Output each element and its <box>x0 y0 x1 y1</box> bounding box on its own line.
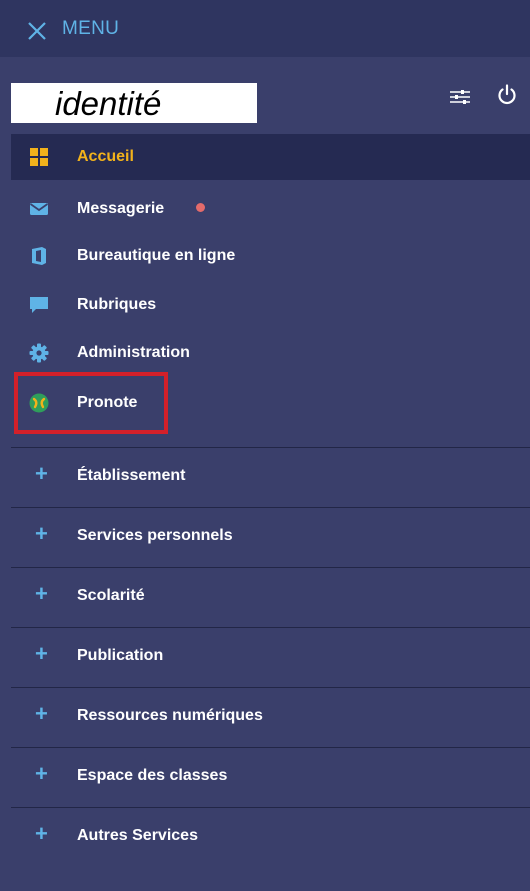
plus-icon: + <box>35 521 48 546</box>
nav-item-administration[interactable]: Administration <box>11 330 530 376</box>
nav-item-rubriques[interactable]: Rubriques <box>11 282 530 328</box>
plus-icon: + <box>35 581 48 606</box>
section-etablissement[interactable]: + Établissement <box>11 447 530 507</box>
section-ressources-numeriques[interactable]: + Ressources numériques <box>11 687 530 747</box>
nav-item-label: Bureautique en ligne <box>77 247 236 264</box>
office-icon <box>29 246 49 266</box>
section-label: Services personnels <box>77 527 233 544</box>
plus-icon: + <box>35 761 48 786</box>
section-autres-services[interactable]: + Autres Services <box>11 807 530 867</box>
section-label: Espace des classes <box>77 767 228 784</box>
power-icon[interactable] <box>496 84 518 106</box>
nav-item-label: Rubriques <box>77 296 157 313</box>
gear-icon <box>29 343 49 363</box>
plus-icon: + <box>35 701 48 726</box>
identity-text: identité <box>55 84 162 122</box>
nav-item-messagerie[interactable]: Messagerie <box>11 186 530 232</box>
plus-icon: + <box>35 821 48 846</box>
section-label: Scolarité <box>77 587 145 604</box>
section-espace-des-classes[interactable]: + Espace des classes <box>11 747 530 807</box>
plus-icon: + <box>35 641 48 666</box>
menu-header: MENU <box>0 0 530 57</box>
nav-item-label: Administration <box>77 344 190 361</box>
home-grid-icon <box>29 147 49 167</box>
section-scolarite[interactable]: + Scolarité <box>11 567 530 627</box>
section-label: Établissement <box>77 467 186 484</box>
nav-item-accueil[interactable]: Accueil <box>11 134 530 180</box>
identity-box: identité <box>11 83 257 123</box>
menu-label[interactable]: MENU <box>62 18 119 40</box>
notification-dot <box>196 203 205 212</box>
section-label: Ressources numériques <box>77 707 263 724</box>
chat-bubble-icon <box>29 295 49 315</box>
settings-sliders-icon[interactable] <box>449 88 471 106</box>
nav-item-label: Messagerie <box>77 200 165 217</box>
plus-icon: + <box>35 461 48 486</box>
close-icon[interactable] <box>28 22 46 40</box>
section-publication[interactable]: + Publication <box>11 627 530 687</box>
envelope-icon <box>29 199 49 219</box>
nav-item-bureautique[interactable]: Bureautique en ligne <box>11 233 530 279</box>
section-services-personnels[interactable]: + Services personnels <box>11 507 530 567</box>
highlight-box <box>14 372 168 434</box>
nav-item-label: Accueil <box>77 148 134 165</box>
section-label: Publication <box>77 647 164 664</box>
section-label: Autres Services <box>77 827 198 844</box>
